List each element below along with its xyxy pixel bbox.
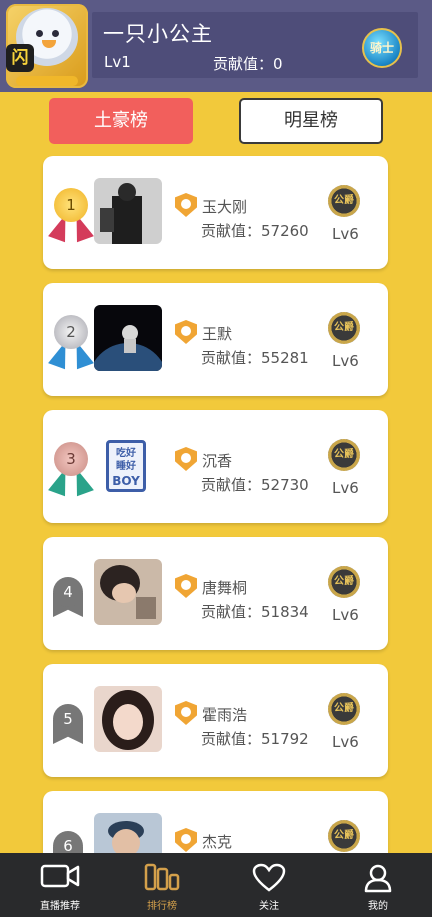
ranking-score: 贡献值：52730: [201, 476, 309, 494]
shield-icon: [175, 320, 197, 344]
ranking-score: 贡献值：51834: [201, 603, 309, 621]
nav-live-recommend[interactable]: 直播推荐: [15, 853, 105, 917]
ranking-level: Lv6: [332, 606, 359, 624]
heart-icon: [252, 863, 286, 892]
ranking-name: 杰克: [202, 833, 233, 851]
ranking-score: 贡献值：51792: [201, 730, 309, 748]
ranking-card[interactable]: 3 吃好 睡好 BOY 沉香 贡献值：52730 公爵 Lv6: [43, 410, 388, 523]
photo-text-line-3: BOY: [112, 474, 140, 488]
shield-icon: [175, 447, 197, 471]
ranking-name: 玉大刚: [202, 198, 248, 216]
duke-rank-icon: 公爵: [328, 693, 360, 725]
ranking-level: Lv6: [332, 733, 359, 751]
nav-mine[interactable]: 我的: [333, 853, 423, 917]
photo-text-line-2: 睡好: [116, 461, 136, 472]
nav-label-ranking: 排行榜: [147, 901, 177, 912]
duke-rank-icon: 公爵: [328, 566, 360, 598]
nav-label-mine: 我的: [368, 901, 388, 912]
nav-ranking[interactable]: 排行榜: [117, 853, 207, 917]
shield-icon: [175, 193, 197, 217]
avatar-flash-badge: 闪: [6, 44, 34, 72]
shield-icon: [175, 701, 197, 725]
ranking-card[interactable]: 5 霍雨浩 贡献值：51792 公爵 Lv6: [43, 664, 388, 777]
ranking-score: 贡献值：55281: [201, 349, 309, 367]
user-photo: [94, 305, 162, 371]
user-photo: [94, 178, 162, 244]
tab-tycoon-ranking[interactable]: 土豪榜: [49, 98, 193, 144]
ranking-card[interactable]: 4 唐舞桐 贡献值：51834 公爵 Lv6: [43, 537, 388, 650]
ranking-level: Lv6: [332, 352, 359, 370]
ranking-score: 贡献值：57260: [201, 222, 309, 240]
nav-label-follow: 关注: [259, 901, 279, 912]
knight-badge-icon[interactable]: 骑士: [362, 28, 402, 68]
user-level: Lv1: [104, 53, 131, 71]
bronze-medal-icon: 3: [48, 442, 94, 500]
shield-icon: [175, 574, 197, 598]
camera-icon: [40, 864, 80, 888]
ranking-name: 王默: [202, 325, 233, 343]
silver-medal-icon: 2: [48, 315, 94, 373]
user-photo: [94, 559, 162, 625]
ranking-level: Lv6: [332, 225, 359, 243]
avatar-frame-ornament: [16, 76, 78, 86]
avatar[interactable]: 闪: [6, 4, 88, 88]
ranking-name: 霍雨浩: [202, 706, 248, 724]
duke-rank-icon: 公爵: [328, 312, 360, 344]
ranking-card[interactable]: 1 玉大刚 贡献值：57260 公爵 Lv6: [43, 156, 388, 269]
duke-rank-icon: 公爵: [328, 439, 360, 471]
shield-icon: [175, 828, 197, 852]
nav-label-live-recommend: 直播推荐: [40, 901, 80, 912]
tab-star-ranking[interactable]: 明星榜: [239, 98, 383, 144]
user-contribution: 贡献值：0: [213, 55, 283, 73]
ranking-name: 沉香: [202, 452, 233, 470]
rank-ribbon-icon: 5: [53, 704, 83, 748]
user-photo: 吃好 睡好 BOY: [94, 432, 162, 498]
gold-medal-icon: 1: [48, 188, 94, 246]
user-icon: [364, 864, 392, 893]
profile-header: 闪 一只小公主 Lv1 贡献值：0 骑士: [0, 0, 432, 92]
duke-rank-icon: 公爵: [328, 820, 360, 852]
ranking-name: 唐舞桐: [202, 579, 248, 597]
nav-follow[interactable]: 关注: [224, 853, 314, 917]
duke-rank-icon: 公爵: [328, 185, 360, 217]
rank-ribbon-icon: 4: [53, 577, 83, 621]
ranking-level: Lv6: [332, 479, 359, 497]
username: 一只小公主: [103, 22, 213, 46]
ranking-card[interactable]: 2 王默 贡献值：55281 公爵 Lv6: [43, 283, 388, 396]
user-photo: [94, 686, 162, 752]
bottom-navigation: 直播推荐 排行榜 关注 我的: [0, 853, 432, 917]
ranking-bars-icon: [144, 863, 180, 891]
